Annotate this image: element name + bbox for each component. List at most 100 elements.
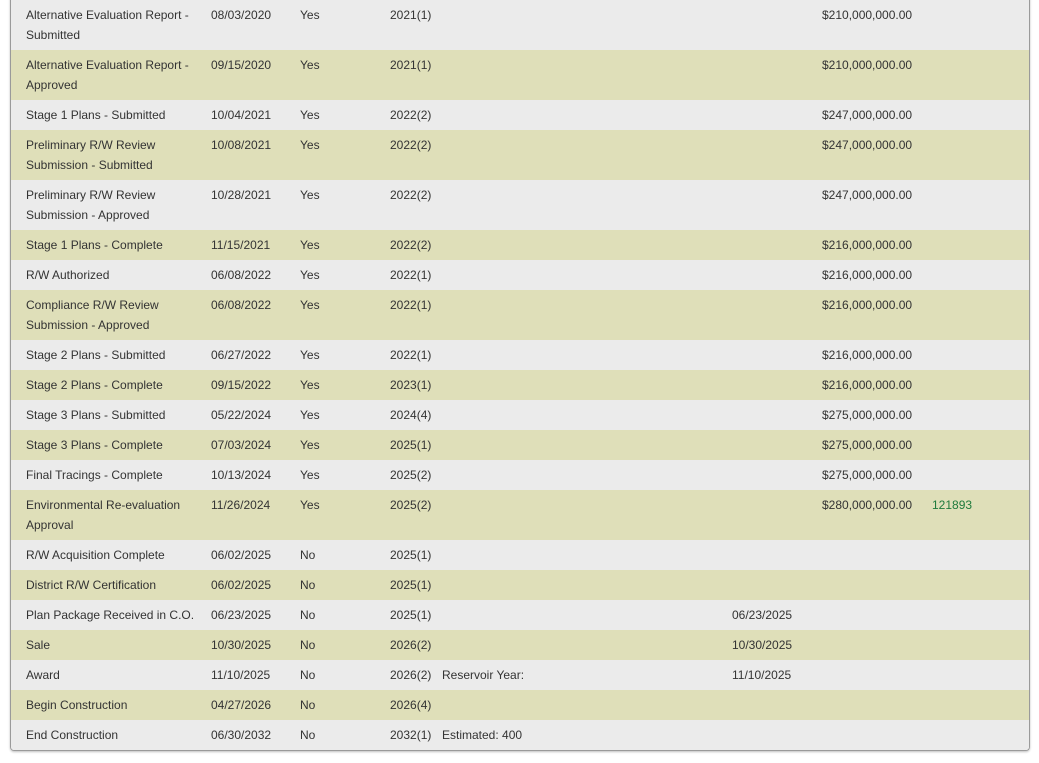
milestone-date: 09/15/2020	[211, 50, 300, 100]
alternate-date	[732, 430, 822, 460]
milestone-name: Alternative Evaluation Report - Submitte…	[11, 0, 211, 50]
estimated-cost: $216,000,000.00	[822, 290, 932, 340]
milestone-name: Plan Package Received in C.O.	[11, 600, 211, 630]
estimated-cost	[822, 540, 932, 570]
completed-flag: No	[300, 630, 390, 660]
fiscal-year: 2026(4)	[390, 690, 442, 720]
completed-flag: Yes	[300, 100, 390, 130]
completed-flag: Yes	[300, 490, 390, 540]
alternate-date	[732, 460, 822, 490]
table-row: Alternative Evaluation Report - Submitte…	[11, 0, 1029, 50]
milestone-note	[442, 570, 732, 600]
estimated-cost: $216,000,000.00	[822, 260, 932, 290]
reference-id	[932, 660, 1029, 690]
milestone-name: District R/W Certification	[11, 570, 211, 600]
milestone-date: 10/08/2021	[211, 130, 300, 180]
alternate-date	[732, 540, 822, 570]
alternate-date	[732, 400, 822, 430]
table-row: Stage 3 Plans - Complete 07/03/2024 Yes 202…	[11, 430, 1029, 460]
estimated-cost: $247,000,000.00	[822, 180, 932, 230]
milestone-note: Estimated: 400	[442, 720, 732, 750]
alternate-date	[732, 570, 822, 600]
table-row: Stage 2 Plans - Submitted 06/27/2022 Yes 20…	[11, 340, 1029, 370]
completed-flag: No	[300, 570, 390, 600]
completed-flag: No	[300, 660, 390, 690]
alternate-date	[732, 720, 822, 750]
reference-id	[932, 100, 1029, 130]
completed-flag: Yes	[300, 400, 390, 430]
completed-flag: Yes	[300, 430, 390, 460]
estimated-cost: $216,000,000.00	[822, 230, 932, 260]
completed-flag: Yes	[300, 340, 390, 370]
milestone-date: 11/26/2024	[211, 490, 300, 540]
alternate-date	[732, 130, 822, 180]
milestone-note	[442, 600, 732, 630]
alternate-date	[732, 260, 822, 290]
estimated-cost: $216,000,000.00	[822, 340, 932, 370]
milestone-name: Begin Construction	[11, 690, 211, 720]
fiscal-year: 2025(1)	[390, 600, 442, 630]
completed-flag: Yes	[300, 130, 390, 180]
estimated-cost: $247,000,000.00	[822, 100, 932, 130]
alternate-date	[732, 340, 822, 370]
fiscal-year: 2025(2)	[390, 460, 442, 490]
reference-id	[932, 690, 1029, 720]
estimated-cost	[822, 570, 932, 600]
fiscal-year: 2021(1)	[390, 50, 442, 100]
reference-id	[932, 340, 1029, 370]
estimated-cost: $210,000,000.00	[822, 0, 932, 50]
fiscal-year: 2032(1)	[390, 720, 442, 750]
alternate-date	[732, 180, 822, 230]
completed-flag: Yes	[300, 290, 390, 340]
milestone-note	[442, 290, 732, 340]
milestone-name: Stage 1 Plans - Complete	[11, 230, 211, 260]
milestone-date: 10/13/2024	[211, 460, 300, 490]
milestone-date: 07/03/2024	[211, 430, 300, 460]
estimated-cost	[822, 660, 932, 690]
table-row: Award 11/10/2025 No 2026(2) Reservoir Year: 1…	[11, 660, 1029, 690]
reference-id	[932, 50, 1029, 100]
milestone-date: 11/15/2021	[211, 230, 300, 260]
estimated-cost	[822, 630, 932, 660]
completed-flag: Yes	[300, 50, 390, 100]
milestone-name: Stage 3 Plans - Complete	[11, 430, 211, 460]
estimated-cost	[822, 720, 932, 750]
estimated-cost: $216,000,000.00	[822, 370, 932, 400]
alternate-date	[732, 490, 822, 540]
reference-id: 121893	[932, 490, 1029, 540]
alternate-date	[732, 690, 822, 720]
milestone-date: 06/27/2022	[211, 340, 300, 370]
milestone-name: Compliance R/W Review Submission - Appro…	[11, 290, 211, 340]
table-row: Stage 2 Plans - Complete 09/15/2022 Yes 202…	[11, 370, 1029, 400]
milestone-name: Final Tracings - Complete	[11, 460, 211, 490]
milestone-note	[442, 690, 732, 720]
reference-id	[932, 570, 1029, 600]
table-row: Final Tracings - Complete 10/13/2024 Yes 20…	[11, 460, 1029, 490]
estimated-cost: $210,000,000.00	[822, 50, 932, 100]
milestone-note	[442, 180, 732, 230]
table-row: Alternative Evaluation Report - Approved…	[11, 50, 1029, 100]
estimated-cost	[822, 690, 932, 720]
completed-flag: No	[300, 540, 390, 570]
milestone-name: Preliminary R/W Review Submission - Subm…	[11, 130, 211, 180]
reference-id	[932, 230, 1029, 260]
reference-id	[932, 180, 1029, 230]
milestone-date: 05/22/2024	[211, 400, 300, 430]
milestone-date: 04/27/2026	[211, 690, 300, 720]
alternate-date: 06/23/2025	[732, 600, 822, 630]
estimated-cost: $247,000,000.00	[822, 130, 932, 180]
milestone-note	[442, 370, 732, 400]
completed-flag: No	[300, 690, 390, 720]
estimated-cost	[822, 600, 932, 630]
milestone-name: Stage 3 Plans - Submitted	[11, 400, 211, 430]
reference-id	[932, 130, 1029, 180]
reference-id	[932, 0, 1029, 50]
alternate-date	[732, 370, 822, 400]
milestone-note	[442, 100, 732, 130]
table-row: End Construction 06/30/2032 No 2032(1) Estim…	[11, 720, 1029, 750]
milestone-name: R/W Acquisition Complete	[11, 540, 211, 570]
table-row: Stage 1 Plans - Submitted 10/04/2021 Yes 20…	[11, 100, 1029, 130]
milestones-panel: Alternative Evaluation Report - Submitte…	[10, 0, 1030, 751]
table-row: Environmental Re-evaluation Approval 11/2…	[11, 490, 1029, 540]
table-row: District R/W Certification 06/02/2025 No 20…	[11, 570, 1029, 600]
